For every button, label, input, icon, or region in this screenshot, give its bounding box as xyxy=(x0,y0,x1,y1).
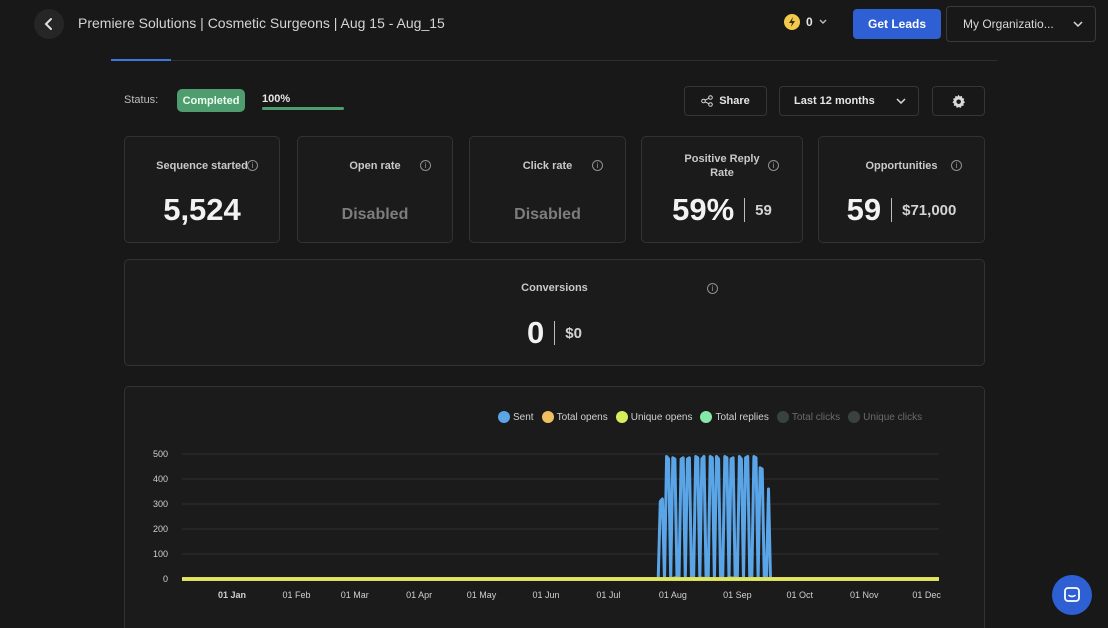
page-title: Premiere Solutions | Cosmetic Surgeons |… xyxy=(78,15,445,31)
opportunities-value: 59 xyxy=(846,192,882,227)
settings-button[interactable] xyxy=(932,86,985,116)
legend-item[interactable]: Total opens xyxy=(541,411,608,423)
legend-item[interactable]: Sent xyxy=(498,411,534,423)
legend-item[interactable]: Total clicks xyxy=(776,411,841,423)
x-tick-label: 01 Feb xyxy=(282,590,310,600)
x-tick-label: 01 Jan xyxy=(218,590,246,600)
progress-label: 100% xyxy=(262,93,291,105)
y-tick-label: 200 xyxy=(153,524,168,534)
status-badge: Completed xyxy=(177,89,245,112)
activity-chart: 0 100 200 300 400 500 01 Jan 01 Feb 01 Mar 01 Apr… xyxy=(153,449,941,600)
value-separator xyxy=(744,198,746,222)
positive-reply-rate-values: 59% 59 xyxy=(642,192,802,228)
credits-indicator[interactable]: 0 xyxy=(784,14,827,30)
chevron-down-icon xyxy=(819,19,827,24)
open-rate-value: Disabled xyxy=(341,206,409,223)
tab-divider xyxy=(111,60,997,61)
opportunities-amount: $71,000 xyxy=(902,201,957,219)
legend-dot xyxy=(541,411,554,423)
click-rate-card: Click rate i Disabled xyxy=(469,136,626,243)
info-icon[interactable]: i xyxy=(707,283,718,294)
progress-fill xyxy=(262,107,344,110)
conversions-values: 0 $0 xyxy=(125,315,984,351)
legend-dot xyxy=(700,411,713,423)
y-tick-label: 0 xyxy=(163,574,168,584)
chat-icon xyxy=(1064,587,1080,602)
legend-dot xyxy=(848,411,861,423)
legend-dot xyxy=(776,411,789,423)
series-line-sent xyxy=(182,455,939,581)
top-bar: Premiere Solutions | Cosmetic Surgeons |… xyxy=(0,0,1108,46)
x-tick-label: 01 Dec xyxy=(912,590,941,600)
share-label: Share xyxy=(719,95,750,107)
opportunities-values: 59 $71,000 xyxy=(819,192,984,228)
chevron-down-icon xyxy=(896,98,906,104)
legend-label: Unique clicks xyxy=(863,411,923,423)
info-icon[interactable]: i xyxy=(951,160,962,171)
organization-label: My Organizatio... xyxy=(963,17,1054,31)
sequence-started-value: 5,524 xyxy=(163,192,241,227)
gear-icon xyxy=(952,94,966,108)
x-tick-label: 01 Aug xyxy=(659,590,687,600)
legend-item[interactable]: Unique opens xyxy=(615,411,693,423)
share-button[interactable]: Share xyxy=(684,86,767,116)
credits-count: 0 xyxy=(806,15,813,29)
x-tick-label: 01 Oct xyxy=(786,590,813,600)
legend-label: Total opens xyxy=(556,411,608,423)
info-icon[interactable]: i xyxy=(592,160,603,171)
conversions-title: Conversions xyxy=(521,282,588,294)
chat-button[interactable] xyxy=(1052,575,1092,615)
chart-legend: Sent Total opens Unique opens Total replies… xyxy=(498,411,922,423)
share-icon xyxy=(701,95,714,107)
conversions-value: 0 xyxy=(527,315,545,350)
x-tick-label: 01 Jun xyxy=(533,590,560,600)
positive-reply-rate-value: 59% xyxy=(672,192,735,227)
y-tick-label: 500 xyxy=(153,449,168,459)
open-rate-card: Open rate i Disabled xyxy=(297,136,453,243)
get-leads-button[interactable]: Get Leads xyxy=(853,9,941,39)
date-range-select[interactable]: Last 12 months xyxy=(779,86,919,116)
conversions-card: Conversions i 0 $0 xyxy=(124,259,985,366)
x-tick-label: 01 Sep xyxy=(723,590,752,600)
conversions-amount: $0 xyxy=(565,324,582,342)
date-range-label: Last 12 months xyxy=(794,95,875,107)
legend-label: Total clicks xyxy=(791,411,841,423)
opportunities-card: Opportunities i 59 $71,000 xyxy=(818,136,985,243)
legend-dot xyxy=(615,411,628,423)
positive-reply-rate-card: Positive Reply Rate i 59% 59 xyxy=(641,136,803,243)
x-tick-label: 01 Nov xyxy=(850,590,879,600)
legend-label: Total replies xyxy=(715,411,769,423)
y-tick-label: 100 xyxy=(153,549,168,559)
x-tick-label: 01 Apr xyxy=(406,590,432,600)
x-tick-label: 01 Jul xyxy=(596,590,620,600)
value-separator xyxy=(554,321,556,345)
info-icon[interactable]: i xyxy=(768,160,779,171)
x-tick-label: 01 Mar xyxy=(341,590,369,600)
chevron-left-icon xyxy=(44,18,52,30)
legend-dot xyxy=(498,411,510,423)
lightning-icon xyxy=(784,14,800,30)
active-tab-indicator xyxy=(111,59,171,61)
click-rate-value: Disabled xyxy=(514,206,581,223)
organization-select[interactable]: My Organizatio... xyxy=(946,6,1096,42)
value-separator xyxy=(891,198,893,222)
x-tick-label: 01 May xyxy=(467,590,497,600)
legend-item[interactable]: Total replies xyxy=(700,411,769,423)
legend-label: Unique opens xyxy=(630,411,693,423)
status-label: Status: xyxy=(124,94,159,106)
positive-reply-count: 59 xyxy=(755,201,772,219)
back-button[interactable] xyxy=(34,9,64,39)
sequence-started-card: Sequence started i 5,524 xyxy=(124,136,280,243)
legend-label: Sent xyxy=(513,411,534,423)
legend-item[interactable]: Unique clicks xyxy=(848,411,922,423)
chevron-down-icon xyxy=(1073,21,1083,27)
info-icon[interactable]: i xyxy=(247,160,258,171)
progress-bar xyxy=(262,107,344,110)
y-tick-label: 300 xyxy=(153,499,168,509)
y-tick-label: 400 xyxy=(153,474,168,484)
info-icon[interactable]: i xyxy=(420,160,431,171)
